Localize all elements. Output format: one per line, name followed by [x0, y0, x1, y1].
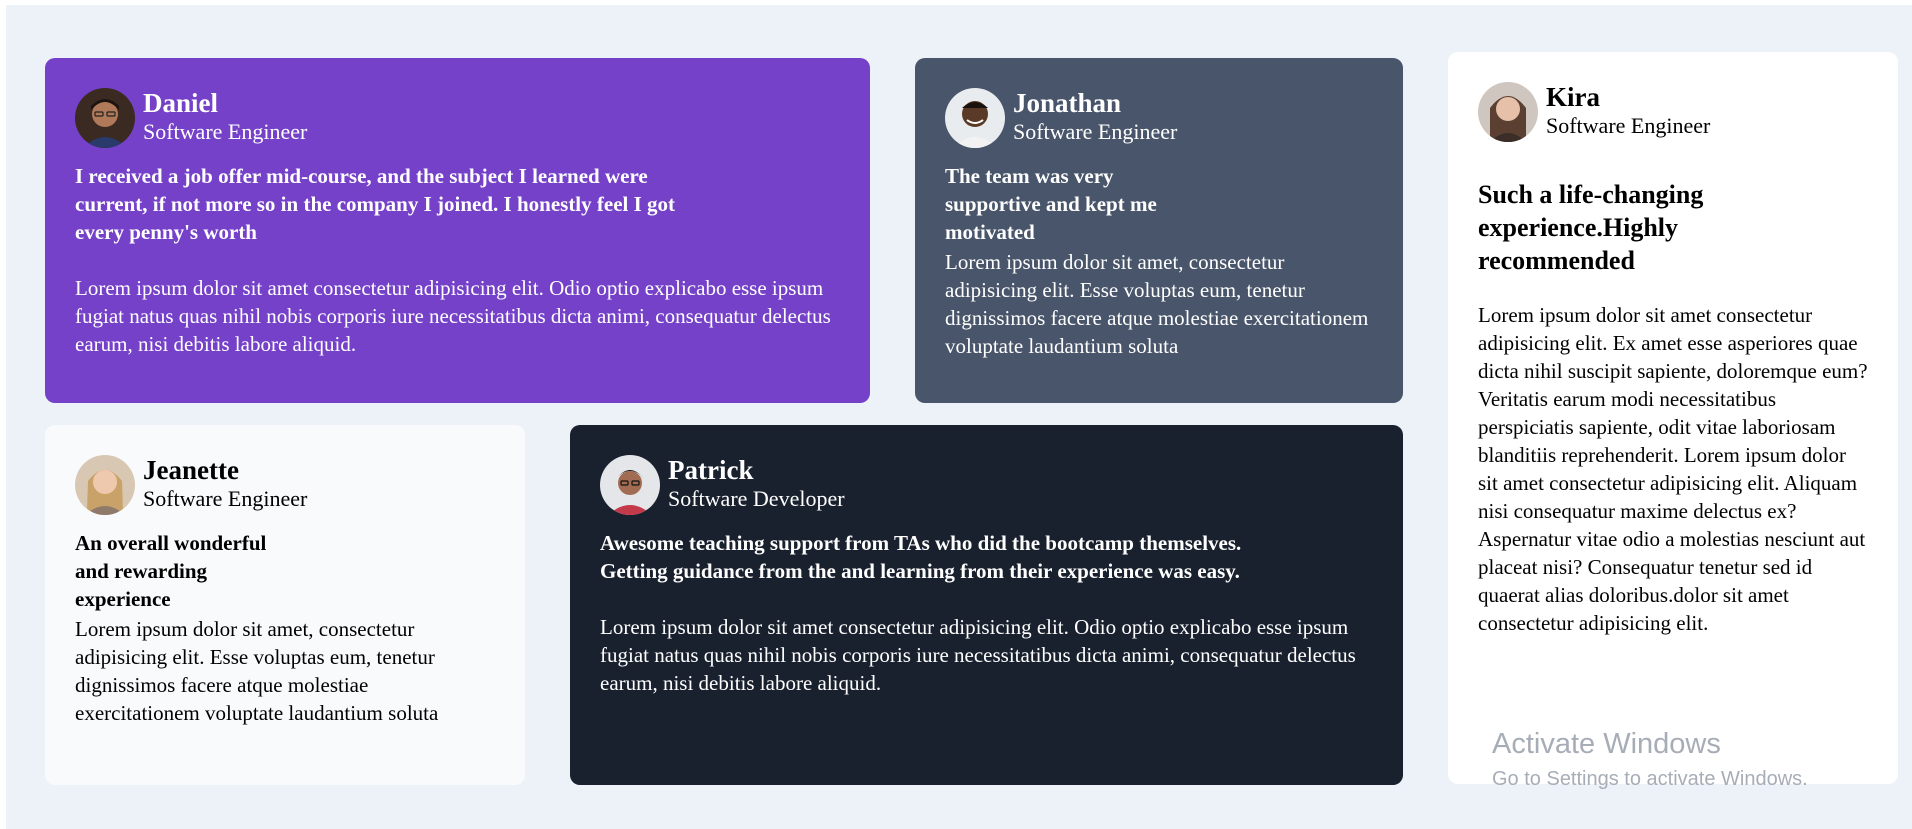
- testimonial-body: Lorem ipsum dolor sit amet consectetur a…: [1478, 303, 1868, 635]
- person-name: Kira: [1546, 82, 1600, 112]
- testimonial-headline: An overall wonderful and rewarding exper…: [75, 531, 267, 611]
- testimonials-section: Daniel Software Engineer I received a jo…: [6, 5, 1912, 829]
- avatar-kira: [1478, 82, 1538, 142]
- testimonial-card-patrick: Patrick Software Developer Awesome teach…: [570, 425, 1403, 785]
- person-role: Software Engineer: [1546, 113, 1711, 138]
- testimonial-card-jonathan: Jonathan Software Engineer The team was …: [915, 58, 1403, 403]
- testimonial-header: Jonathan Software Engineer: [945, 88, 1373, 148]
- person-role: Software Engineer: [143, 486, 308, 511]
- activate-windows-watermark: Activate Windows Go to Settings to activ…: [1492, 727, 1808, 793]
- testimonial-header: Jeanette Software Engineer: [75, 455, 495, 515]
- testimonial-card-kira: Kira Software Engineer Such a life-chang…: [1448, 52, 1898, 784]
- avatar-jeanette: [75, 455, 135, 515]
- testimonial-headline: Awesome teaching support from TAs who di…: [600, 531, 1242, 583]
- testimonial-card-jeanette: Jeanette Software Engineer An overall wo…: [45, 425, 525, 785]
- testimonial-body: Lorem ipsum dolor sit amet consectetur a…: [75, 276, 831, 356]
- testimonial-body: Lorem ipsum dolor sit amet consectetur a…: [600, 615, 1356, 695]
- watermark-title: Activate Windows: [1492, 728, 1721, 760]
- person-role: Software Engineer: [143, 119, 308, 144]
- testimonial-header: Kira Software Engineer: [1478, 82, 1868, 142]
- person-name: Patrick: [668, 455, 754, 485]
- testimonial-card-daniel: Daniel Software Engineer I received a jo…: [45, 58, 870, 403]
- person-role: Software Developer: [668, 486, 845, 511]
- avatar-jonathan: [945, 88, 1005, 148]
- testimonial-headline: I received a job offer mid-course, and t…: [75, 164, 676, 244]
- avatar-patrick: [600, 455, 660, 515]
- person-role: Software Engineer: [1013, 119, 1178, 144]
- testimonial-headline: Such a life-changing experience.Highly r…: [1478, 180, 1704, 275]
- person-name: Daniel: [143, 88, 219, 118]
- testimonial-header: Patrick Software Developer: [600, 455, 1373, 515]
- testimonial-headline: The team was very supportive and kept me…: [945, 164, 1157, 244]
- person-name: Jeanette: [143, 455, 239, 485]
- testimonial-body: Lorem ipsum dolor sit amet, consectetur …: [75, 617, 439, 725]
- person-name: Jonathan: [1013, 88, 1122, 118]
- testimonial-body: Lorem ipsum dolor sit amet, consectetur …: [945, 250, 1369, 358]
- watermark-subtitle: Go to Settings to activate Windows.: [1492, 768, 1808, 790]
- testimonial-header: Daniel Software Engineer: [75, 88, 840, 148]
- avatar-daniel: [75, 88, 135, 148]
